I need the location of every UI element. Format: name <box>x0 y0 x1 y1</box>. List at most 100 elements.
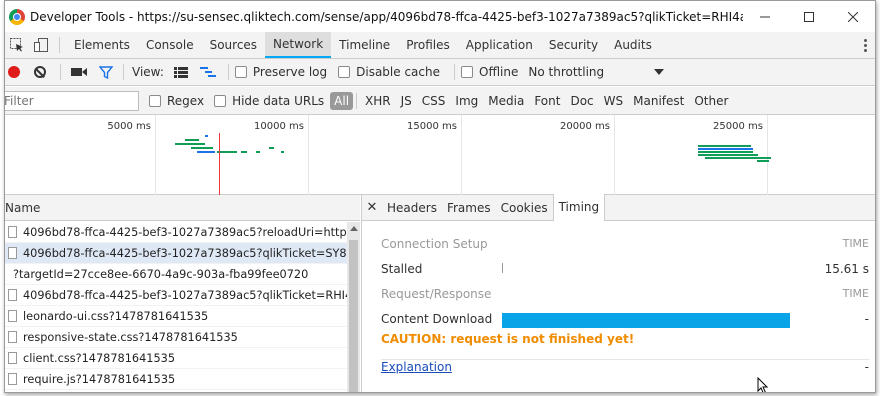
tab-timeline[interactable]: Timeline <box>331 32 398 58</box>
hide-data-urls-checkbox[interactable]: Hide data URLs <box>214 94 324 108</box>
tab-audits[interactable]: Audits <box>606 32 660 58</box>
checkbox-box[interactable] <box>149 94 161 107</box>
document-icon <box>8 373 17 385</box>
tab-console[interactable]: Console <box>138 32 202 58</box>
chevron-down-icon <box>654 69 665 75</box>
request-row[interactable]: leonardo-ui.css?1478781641535 <box>5 306 347 327</box>
network-toolbar: View: Preserve log Disable cache Offline… <box>5 59 875 86</box>
overview-tick: 5000 ms <box>107 121 151 132</box>
type-filter-js[interactable]: JS <box>396 92 417 110</box>
tab-network[interactable]: Network <box>265 32 332 58</box>
details-tab-bar: ✕ Headers Frames Cookies Timing <box>362 194 875 221</box>
stalled-row: Stalled 15.61 s <box>381 262 869 276</box>
waterfall-mark <box>217 151 237 153</box>
request-row-selected[interactable]: 4096bd78-ffca-4425-bef3-1027a7389ac5?qli… <box>5 243 347 264</box>
stalled-time: 15.61 s <box>824 262 869 276</box>
title-bar: Developer Tools - https://su-sensec.qlik… <box>5 1 875 32</box>
tab-security[interactable]: Security <box>541 32 606 58</box>
tab-sources[interactable]: Sources <box>202 32 265 58</box>
document-icon <box>8 247 17 259</box>
chrome-logo-icon <box>9 8 25 25</box>
request-row[interactable]: 4096bd78-ffca-4425-bef3-1027a7389ac5?qli… <box>5 285 347 306</box>
checkbox-box[interactable] <box>234 66 247 78</box>
type-filter-doc[interactable]: Doc <box>565 92 598 110</box>
overview-tick: 25000 ms <box>713 121 763 132</box>
request-row[interactable]: 4096bd78-ffca-4425-bef3-1027a7389ac5?rel… <box>5 222 347 243</box>
tab-application[interactable]: Application <box>458 32 541 58</box>
large-rows-icon[interactable] <box>173 66 188 78</box>
name-column-header[interactable]: Name <box>5 195 360 221</box>
divider <box>60 64 61 80</box>
document-icon <box>8 226 17 238</box>
content-download-label: Content Download <box>381 312 493 326</box>
request-response-label: Request/Response <box>381 287 492 301</box>
type-filter-all[interactable]: All <box>330 91 354 110</box>
waterfall-mark <box>175 143 205 145</box>
tab-headers[interactable]: Headers <box>382 195 442 221</box>
tab-profiles[interactable]: Profiles <box>398 32 458 58</box>
type-filter-other[interactable]: Other <box>689 92 733 110</box>
offline-checkbox[interactable]: Offline <box>461 65 518 79</box>
overview-tick: 15000 ms <box>407 121 457 132</box>
checkbox-box[interactable] <box>214 94 227 107</box>
window-title: Developer Tools - https://su-sensec.qlik… <box>30 9 743 24</box>
minimize-button[interactable] <box>743 1 787 32</box>
checkbox-box[interactable] <box>461 66 473 78</box>
type-filter-css[interactable]: CSS <box>417 92 451 110</box>
device-toolbar-button[interactable] <box>29 32 53 58</box>
record-button[interactable] <box>8 66 20 78</box>
overview-icon[interactable] <box>199 66 216 78</box>
type-filter-xhr[interactable]: XHR <box>360 92 396 110</box>
view-label: View: <box>132 65 164 79</box>
clear-button[interactable] <box>34 66 46 78</box>
throttling-select[interactable]: No throttling <box>528 65 665 79</box>
gridline <box>767 115 768 195</box>
request-row[interactable]: ?targetId=27cce8ee-6670-4a9c-903a-fba99f… <box>5 264 347 285</box>
request-row[interactable]: client.css?1478781641535 <box>5 348 347 369</box>
more-options-icon[interactable] <box>855 38 875 52</box>
explanation-link[interactable]: Explanation <box>381 360 452 374</box>
inspect-element-button[interactable] <box>5 32 29 58</box>
request-name: ?targetId=27cce8ee-6670-4a9c-903a-fba99f… <box>13 267 309 281</box>
request-name: responsive-state.css?1478781641535 <box>23 330 238 344</box>
maximize-button[interactable] <box>787 1 831 32</box>
divider <box>454 64 455 80</box>
close-details-icon[interactable]: ✕ <box>362 200 382 215</box>
waterfall-mark <box>185 139 199 141</box>
tab-cookies[interactable]: Cookies <box>496 195 553 221</box>
type-filter-img[interactable]: Img <box>450 92 483 110</box>
tab-timing[interactable]: Timing <box>552 194 606 221</box>
checkbox-box[interactable] <box>338 66 351 78</box>
waterfall-mark <box>698 145 751 147</box>
tab-frames[interactable]: Frames <box>442 195 496 221</box>
type-filter-ws[interactable]: WS <box>599 92 628 110</box>
request-name: require.js?1478781641535 <box>23 372 176 386</box>
divider <box>227 64 229 80</box>
request-row[interactable]: responsive-state.css?1478781641535 <box>5 327 347 348</box>
document-icon <box>8 331 17 343</box>
close-window-button[interactable] <box>831 1 875 32</box>
request-row[interactable]: require.js?1478781641535 <box>5 369 347 390</box>
preserve-log-checkbox[interactable]: Preserve log <box>234 65 328 79</box>
network-overview[interactable]: 5000 ms 10000 ms 15000 ms 20000 ms 25000… <box>5 115 875 195</box>
capture-screenshots-icon[interactable] <box>71 66 87 78</box>
request-name: client.css?1478781641535 <box>23 351 176 365</box>
regex-checkbox[interactable]: Regex <box>149 94 204 108</box>
type-filter-font[interactable]: Font <box>529 92 565 110</box>
disable-cache-checkbox[interactable]: Disable cache <box>338 65 440 79</box>
waterfall-mark <box>197 151 215 153</box>
divider <box>59 37 60 53</box>
scrollbar-thumb[interactable] <box>349 240 358 392</box>
explanation-row: Explanation - <box>381 360 869 374</box>
filter-input[interactable] <box>5 90 139 111</box>
type-filter-media[interactable]: Media <box>483 92 529 110</box>
preserve-log-label: Preserve log <box>252 65 328 79</box>
gridline <box>308 115 309 195</box>
gridline <box>614 115 615 195</box>
scroll-up-icon[interactable] <box>350 226 358 231</box>
document-icon <box>8 289 17 301</box>
filter-icon[interactable] <box>99 65 113 79</box>
tab-elements[interactable]: Elements <box>66 32 138 58</box>
request-list-scrollbar[interactable] <box>347 222 360 392</box>
type-filter-manifest[interactable]: Manifest <box>628 92 689 110</box>
